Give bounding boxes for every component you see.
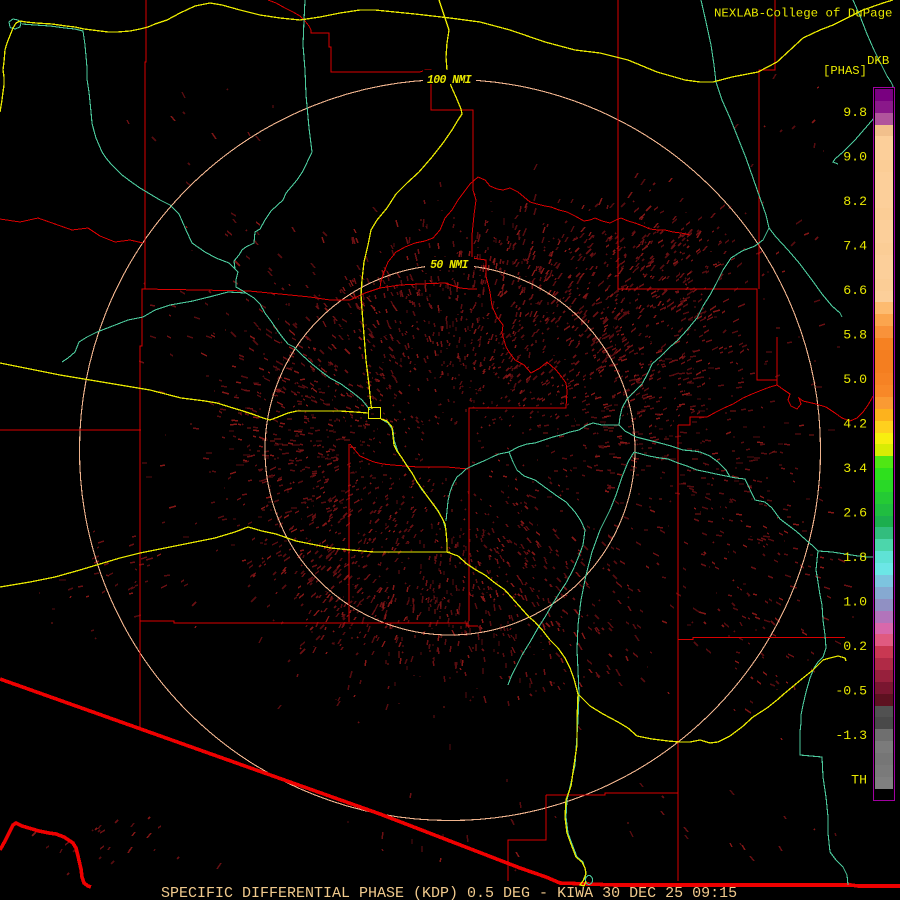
- svg-text:4.2: 4.2: [843, 417, 867, 432]
- svg-text:DKB: DKB: [867, 54, 889, 68]
- svg-text:SPECIFIC DIFFERENTIAL PHASE (K: SPECIFIC DIFFERENTIAL PHASE (KDP) 0.5 DE…: [161, 885, 737, 900]
- svg-text:TH: TH: [851, 773, 867, 788]
- svg-text:8.2: 8.2: [843, 194, 867, 209]
- svg-text:50 NMI: 50 NMI: [430, 259, 469, 272]
- svg-text:1.0: 1.0: [843, 595, 867, 610]
- svg-text:100 NMI: 100 NMI: [427, 74, 472, 87]
- svg-text:2.6: 2.6: [843, 506, 867, 521]
- svg-text:6.6: 6.6: [843, 283, 867, 298]
- svg-text:[PHAS]: [PHAS]: [823, 64, 867, 78]
- svg-text:9.8: 9.8: [843, 105, 867, 120]
- svg-text:7.4: 7.4: [843, 239, 867, 254]
- svg-text:5.0: 5.0: [843, 372, 867, 387]
- svg-text:1.8: 1.8: [843, 550, 867, 565]
- svg-text:-0.5: -0.5: [835, 684, 867, 699]
- svg-text:-1.3: -1.3: [835, 728, 867, 743]
- svg-text:NEXLAB-College of DuPage: NEXLAB-College of DuPage: [714, 7, 892, 21]
- svg-text:0.2: 0.2: [843, 639, 867, 654]
- svg-text:3.4: 3.4: [843, 461, 867, 476]
- svg-text:5.8: 5.8: [843, 328, 867, 343]
- svg-text:9.0: 9.0: [843, 150, 867, 165]
